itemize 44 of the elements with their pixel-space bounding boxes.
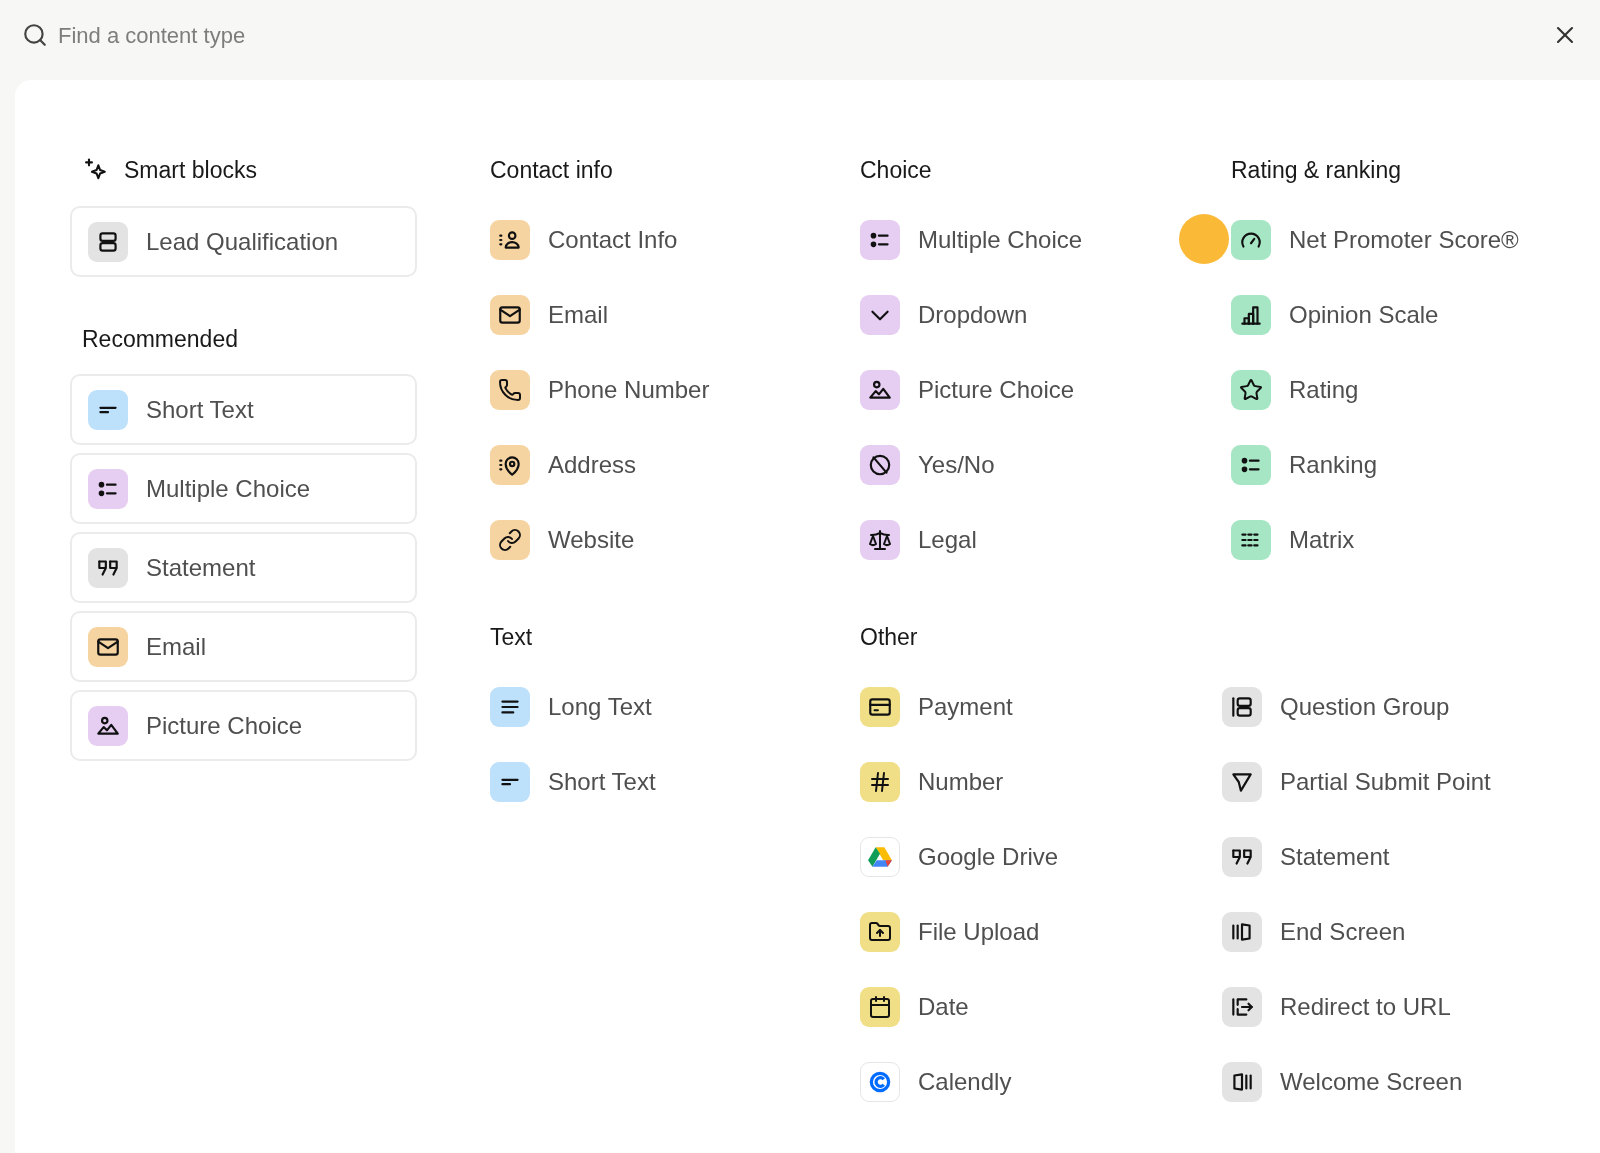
search-field[interactable]: Find a content type — [58, 22, 658, 48]
content-type-card[interactable]: Multiple Choice — [70, 453, 417, 524]
section-heading: Choice — [860, 156, 933, 184]
content-type-item[interactable]: Question Group — [1222, 687, 1450, 727]
content-type-card[interactable]: Lead Qualification — [70, 206, 417, 277]
content-type-item[interactable]: Contact Info — [490, 220, 678, 260]
content-type-item[interactable]: Redirect to URL — [1222, 987, 1451, 1027]
section-heading: Rating & ranking — [1231, 156, 1403, 184]
content-type-card[interactable]: Picture Choice — [70, 690, 417, 761]
content-type-item[interactable]: Website — [490, 520, 635, 560]
content-type-item[interactable]: Short Text — [490, 762, 656, 802]
content-type-item[interactable]: Payment — [860, 687, 1013, 727]
content-type-item[interactable]: Matrix — [1231, 520, 1355, 560]
search-icon — [22, 22, 48, 48]
content-type-item[interactable]: Partial Submit Point — [1222, 762, 1491, 802]
content-type-item[interactable]: Multiple Choice — [860, 220, 1083, 260]
section-heading: Recommended — [82, 325, 239, 353]
section-heading: Other — [860, 623, 919, 651]
content-type-item[interactable]: Address — [490, 445, 637, 485]
content-type-item[interactable]: Legal — [860, 520, 977, 560]
content-type-item[interactable]: End Screen — [1222, 912, 1406, 952]
content-type-item[interactable]: Phone Number — [490, 370, 710, 410]
section-heading: Smart blocks — [124, 156, 257, 184]
content-type-card[interactable]: Email — [70, 611, 417, 682]
content-type-item[interactable]: File Upload — [860, 912, 1040, 952]
content-type-item[interactable]: Email — [490, 295, 608, 335]
content-type-item[interactable]: Long Text — [490, 687, 652, 727]
content-type-item[interactable]: Picture Choice — [860, 370, 1075, 410]
content-type-item[interactable]: Number — [860, 762, 1004, 802]
section-heading: Contact info — [490, 156, 614, 184]
section-heading: Text — [490, 623, 534, 651]
content-type-card[interactable]: Statement — [70, 532, 417, 603]
content-type-item[interactable]: Ranking — [1231, 445, 1378, 485]
content-type-item[interactable]: Net Promoter Score® — [1231, 220, 1519, 260]
content-type-item[interactable]: Date — [860, 987, 969, 1027]
content-type-item[interactable]: Statement — [1222, 837, 1390, 877]
content-type-item[interactable]: Welcome Screen — [1222, 1062, 1463, 1102]
content-type-item[interactable]: Dropdown — [860, 295, 1028, 335]
content-type-card[interactable]: Short Text — [70, 374, 417, 445]
content-type-item[interactable]: Calendly — [860, 1062, 1012, 1102]
content-type-item[interactable]: Google Drive — [860, 837, 1059, 877]
content-type-item[interactable]: Yes/No — [860, 445, 995, 485]
content-type-item[interactable]: Opinion Scale — [1231, 295, 1439, 335]
content-type-item[interactable]: Rating — [1231, 370, 1359, 410]
